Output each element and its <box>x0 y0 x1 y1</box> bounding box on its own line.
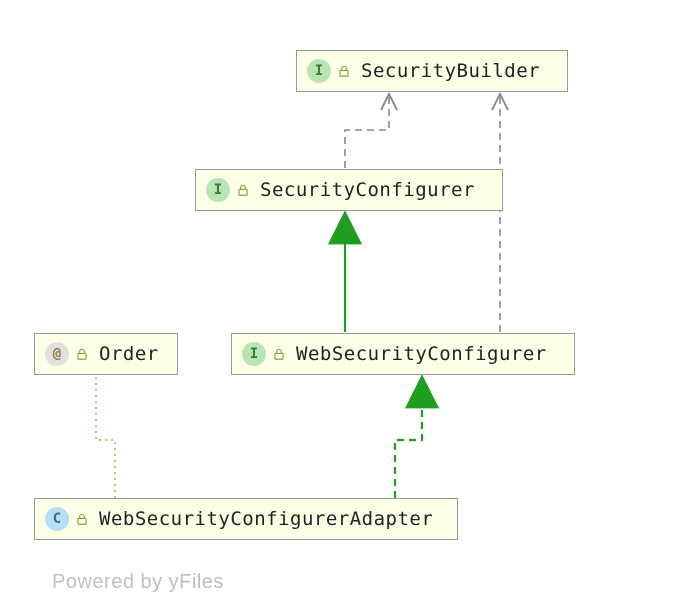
class-badge: C <box>45 507 69 531</box>
footer-attribution: Powered by yFiles <box>52 571 224 594</box>
edge-adapter-to-order <box>96 375 115 498</box>
annotation-badge: @ <box>45 342 69 366</box>
uml-diagram: I SecurityBuilder I SecurityConfigurer @… <box>0 0 678 612</box>
lock-icon <box>75 512 89 526</box>
badge-letter: I <box>250 346 258 362</box>
lock-icon <box>75 347 89 361</box>
interface-badge: I <box>307 59 331 83</box>
badge-letter: C <box>53 511 61 527</box>
node-label: WebSecurityConfigurer <box>296 343 547 365</box>
interface-badge: I <box>242 342 266 366</box>
edge-securityConfigurer-to-securityBuilder <box>345 94 389 168</box>
badge-letter: I <box>315 63 323 79</box>
node-label: SecurityConfigurer <box>260 179 475 201</box>
edge-adapter-to-webSecurityConfigurer <box>395 377 422 498</box>
badge-letter: I <box>214 182 222 198</box>
badge-letter: @ <box>53 346 61 362</box>
node-label: Order <box>99 343 159 365</box>
node-securityBuilder[interactable]: I SecurityBuilder <box>296 50 568 92</box>
lock-icon <box>337 64 351 78</box>
lock-icon <box>236 183 250 197</box>
node-webSecurityConfigurer[interactable]: I WebSecurityConfigurer <box>231 333 575 375</box>
interface-badge: I <box>206 178 230 202</box>
node-label: SecurityBuilder <box>361 60 540 82</box>
lock-icon <box>272 347 286 361</box>
node-label: WebSecurityConfigurerAdapter <box>99 508 433 530</box>
node-securityConfigurer[interactable]: I SecurityConfigurer <box>195 169 503 211</box>
node-order[interactable]: @ Order <box>34 333 178 375</box>
node-webSecurityConfigurerAdapter[interactable]: C WebSecurityConfigurerAdapter <box>34 498 458 540</box>
